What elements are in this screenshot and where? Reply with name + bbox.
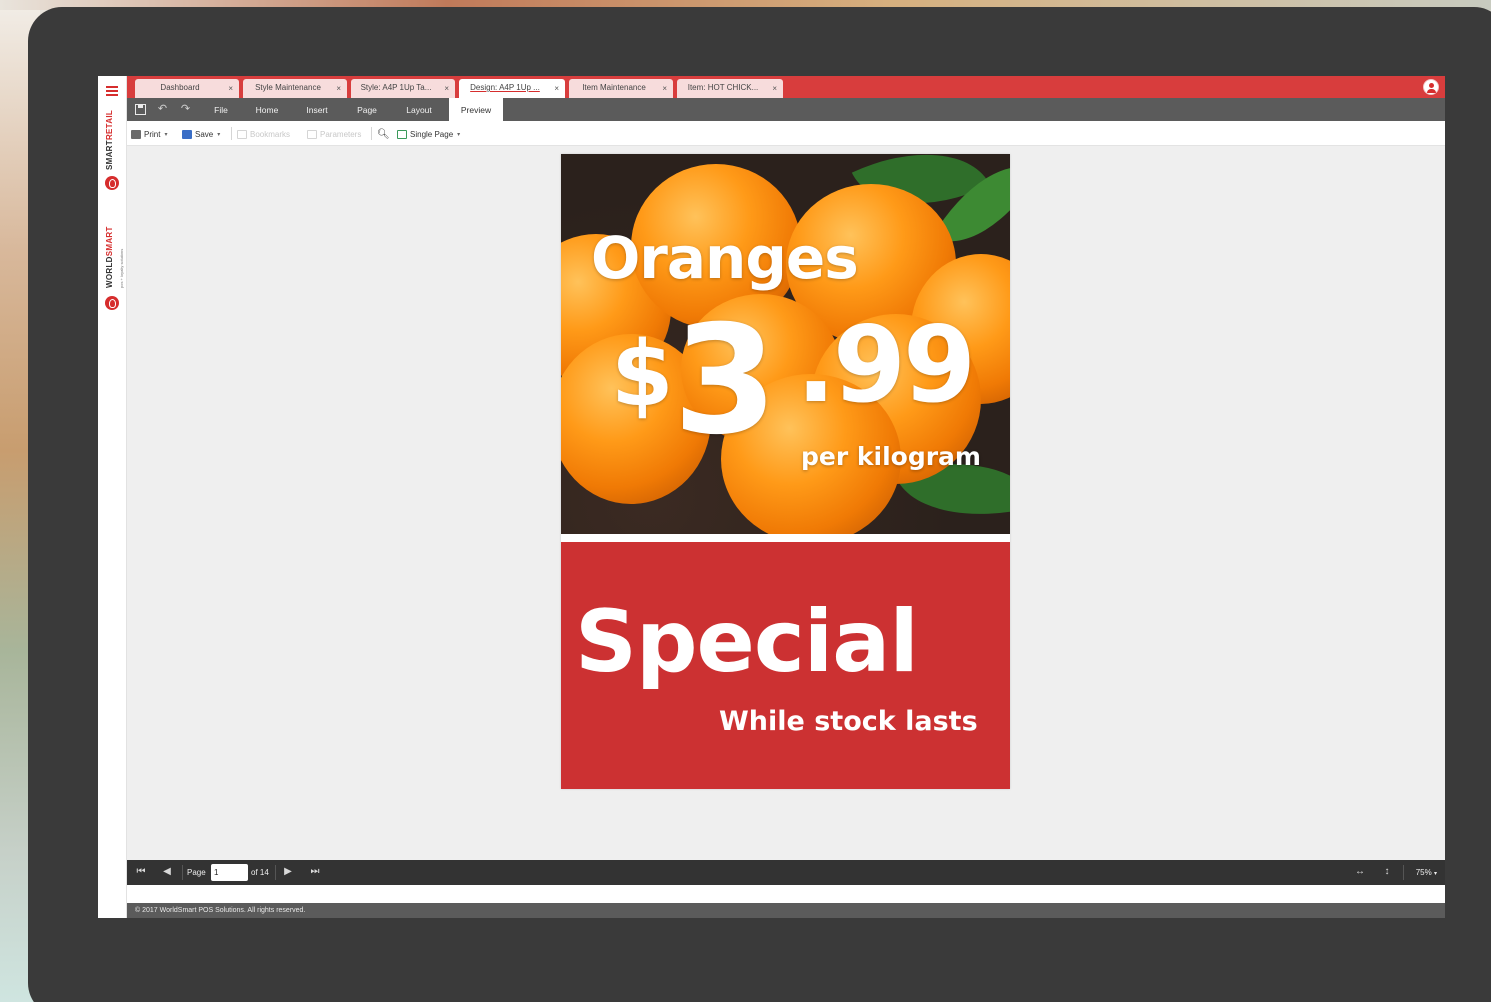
printer-icon [131, 129, 141, 139]
page-count-label: of 14 [251, 868, 269, 877]
ribbon-tab-file[interactable]: File [203, 98, 239, 121]
status-strip [127, 885, 1445, 903]
zoom-dropdown[interactable]: 75% ▾ [1416, 868, 1437, 877]
company-name-part2: SMART [105, 226, 114, 257]
redo-icon[interactable]: ↷ [180, 104, 191, 115]
toolbar-divider [231, 127, 232, 140]
ribbon-bar: ↶ ↷ File Home Insert Page Layout Preview [127, 98, 1445, 121]
menu-icon[interactable] [106, 86, 118, 96]
smartretail-logo-icon [105, 176, 119, 190]
poster-page: Oranges $ 3 .99 per kilogram Special Whi… [561, 154, 1010, 789]
ribbon-tab-page[interactable]: Page [347, 98, 387, 121]
tab-label: Dashboard [160, 83, 200, 92]
single-page-label: Single Page [410, 129, 454, 139]
save-label: Save [195, 129, 214, 139]
user-avatar-icon[interactable] [1423, 79, 1439, 95]
preview-toolbar: Print ▾ Save ▾ Bookmarks Parameters 🔍︎ Sin… [127, 121, 1445, 146]
special-headline: Special [575, 592, 919, 692]
pager-divider [275, 865, 276, 880]
tab-design-a4p[interactable]: Design: A4P 1Up ... × [459, 79, 565, 98]
save-icon[interactable] [135, 104, 146, 115]
print-button[interactable]: Print ▾ [131, 128, 167, 140]
tab-item-hot-chick[interactable]: Item: HOT CHICK... × [677, 79, 783, 98]
close-icon[interactable]: × [662, 84, 667, 93]
binoculars-icon[interactable]: 🔍︎ [377, 128, 390, 140]
company-tagline: pos + loyalty solutions [119, 248, 124, 288]
price-cents: .99 [796, 304, 976, 426]
document-tab-bar: Dashboard × Style Maintenance × Style: A4P… [127, 76, 1445, 98]
price-unit: per kilogram [801, 442, 981, 471]
tab-label: Style: A4P 1Up Ta... [360, 83, 432, 92]
zoom-value: 75% [1415, 868, 1432, 877]
price-whole: 3 [673, 294, 777, 468]
pager-divider [1403, 865, 1404, 880]
tab-item-maintenance[interactable]: Item Maintenance × [569, 79, 673, 98]
single-page-button[interactable]: Single Page ▾ [397, 128, 460, 140]
fit-width-icon[interactable]: ↔ [1352, 866, 1368, 878]
chevron-down-icon: ▾ [1433, 871, 1437, 877]
tab-label: Design: A4P 1Up ... [470, 83, 540, 92]
close-icon[interactable]: × [336, 84, 341, 93]
close-icon[interactable]: × [554, 84, 559, 93]
parameters-button[interactable]: Parameters [307, 128, 361, 140]
tab-label: Item Maintenance [582, 83, 646, 92]
price-dollar-sign: $ [611, 322, 674, 427]
single-page-icon [397, 129, 407, 139]
pager-divider [182, 865, 183, 880]
ribbon-tab-preview[interactable]: Preview [449, 98, 503, 121]
fit-height-icon[interactable]: ↕ [1381, 866, 1393, 878]
product-wordmark: SMARTRETAIL [105, 110, 114, 170]
parameters-icon [307, 129, 317, 139]
product-name-part2: RETAIL [105, 109, 114, 141]
page-navigation-bar: ⏮ ◀ Page of 14 ▶ ⏭ ↔ ↕ 75% ▾ [127, 860, 1445, 885]
bookmarks-icon [237, 129, 247, 139]
page-label: Page [187, 868, 206, 877]
special-panel: Special While stock lasts [561, 542, 1010, 789]
save-button[interactable]: Save ▾ [182, 128, 220, 140]
chevron-down-icon: ▾ [217, 131, 221, 138]
product-name-part1: SMART [105, 140, 114, 170]
ribbon-tab-insert[interactable]: Insert [297, 98, 337, 121]
preview-workspace: Oranges $ 3 .99 per kilogram Special Whi… [127, 146, 1445, 860]
stock-subline: While stock lasts [719, 706, 978, 737]
company-name-part1: WORLD [105, 256, 114, 288]
ribbon-tab-layout[interactable]: Layout [397, 98, 441, 121]
print-label: Print [144, 129, 161, 139]
close-icon[interactable]: × [228, 84, 233, 93]
bookmarks-label: Bookmarks [250, 129, 291, 139]
footer-copyright: © 2017 WorldSmart POS Solutions. All rig… [127, 903, 1445, 918]
tab-style-a4p[interactable]: Style: A4P 1Up Ta... × [351, 79, 455, 98]
brand-sidebar: SMARTRETAIL WORLDSMART pos + loyalty sol… [98, 76, 127, 918]
close-icon[interactable]: × [772, 84, 777, 93]
page-number-input[interactable] [211, 864, 248, 881]
ribbon-tab-home[interactable]: Home [247, 98, 287, 121]
first-page-icon[interactable]: ⏮ [135, 866, 147, 878]
oranges-photo: Oranges $ 3 .99 per kilogram [561, 154, 1010, 534]
app-window: SMARTRETAIL WORLDSMART pos + loyalty sol… [98, 76, 1445, 918]
tab-label: Item: HOT CHICK... [687, 83, 759, 92]
worldsmart-logo-icon [105, 296, 119, 310]
toolbar-divider [371, 127, 372, 140]
next-page-icon[interactable]: ▶ [282, 866, 294, 878]
undo-icon[interactable]: ↶ [157, 104, 168, 115]
chevron-down-icon: ▾ [457, 131, 461, 138]
poster-title: Oranges [591, 224, 859, 292]
tab-style-maintenance[interactable]: Style Maintenance × [243, 79, 347, 98]
bookmarks-button[interactable]: Bookmarks [237, 128, 290, 140]
last-page-icon[interactable]: ⏭ [309, 866, 321, 878]
tab-label: Style Maintenance [255, 83, 321, 92]
tab-dashboard[interactable]: Dashboard × [135, 79, 239, 98]
floppy-icon [182, 129, 192, 139]
previous-page-icon[interactable]: ◀ [161, 866, 173, 878]
chevron-down-icon: ▾ [164, 131, 168, 138]
close-icon[interactable]: × [444, 84, 449, 93]
company-wordmark: WORLDSMART [105, 226, 114, 288]
parameters-label: Parameters [320, 129, 362, 139]
